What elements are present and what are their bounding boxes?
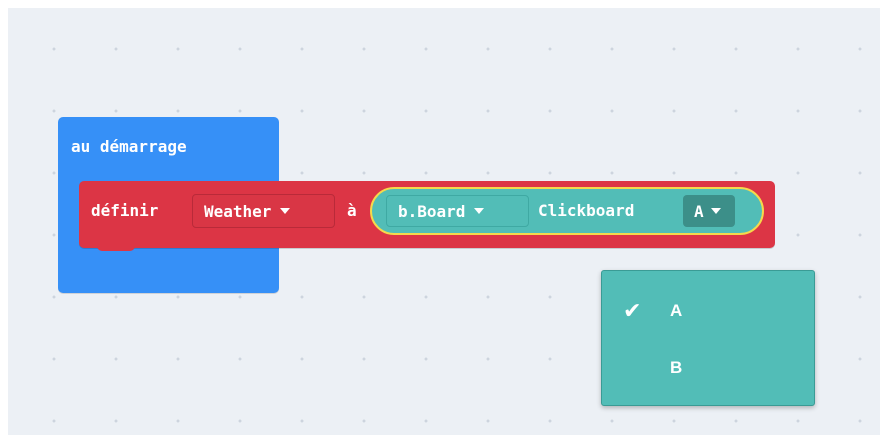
- on-start-label: au démarrage: [71, 137, 187, 156]
- clickboard-label: Clickboard: [538, 201, 635, 220]
- set-variable-block[interactable]: définir Weather à b.Board Clickboard A: [79, 181, 775, 251]
- dropdown-caret-icon: [280, 208, 291, 214]
- board-dropdown[interactable]: b.Board: [386, 195, 529, 227]
- menu-item-b[interactable]: B: [602, 348, 814, 388]
- variable-dropdown[interactable]: Weather: [192, 194, 335, 228]
- to-label: à: [347, 201, 357, 220]
- block-connector-notch: [97, 241, 135, 251]
- board-dropdown-value: b.Board: [398, 201, 466, 221]
- set-label: définir: [91, 201, 159, 220]
- slot-dropdown-menu: ✔ A B: [601, 270, 815, 406]
- clickboard-reporter-block[interactable]: b.Board Clickboard A: [370, 187, 764, 235]
- menu-item-label: B: [670, 358, 683, 377]
- menu-item-a[interactable]: ✔ A: [602, 291, 814, 331]
- variable-dropdown-value: Weather: [204, 201, 272, 221]
- slot-dropdown[interactable]: A: [683, 195, 735, 227]
- dropdown-caret-icon: [710, 208, 721, 214]
- menu-item-label: A: [670, 301, 683, 320]
- slot-dropdown-value: A: [694, 201, 704, 221]
- dropdown-caret-icon: [474, 208, 485, 214]
- checkmark-icon: ✔: [623, 298, 642, 323]
